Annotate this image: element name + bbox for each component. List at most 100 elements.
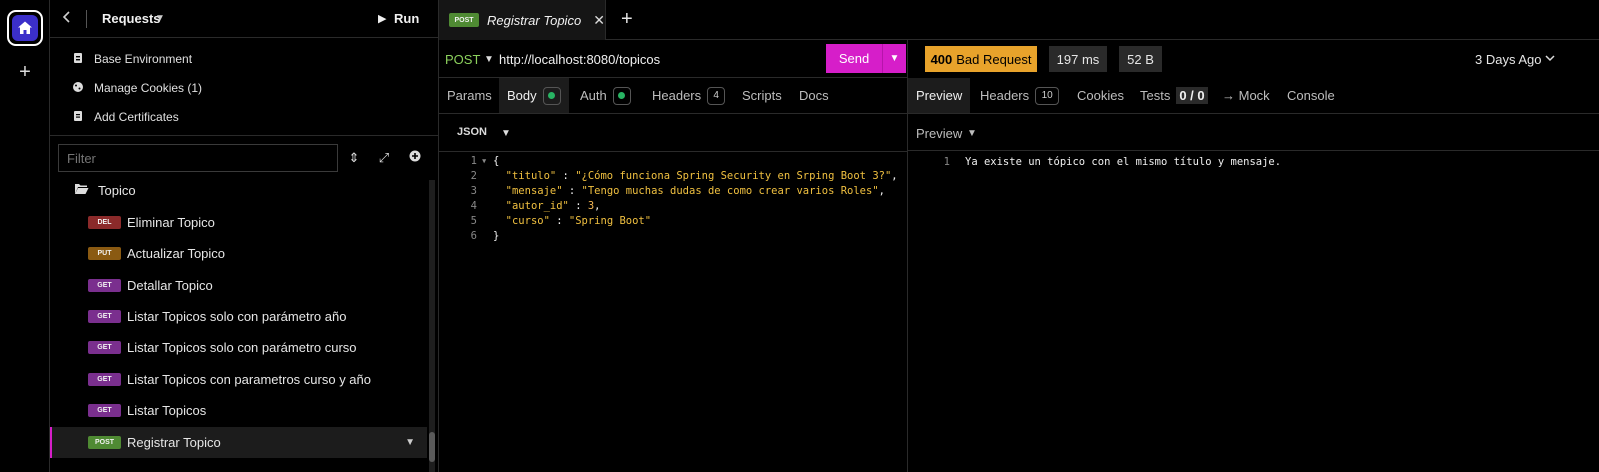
chevron-down-icon[interactable]: ▼ xyxy=(155,13,165,24)
tab-label: Body xyxy=(507,88,537,103)
method-badge: GET xyxy=(88,310,121,323)
base-environment-item[interactable]: Base Environment xyxy=(72,48,192,70)
response-size-badge: 52 B xyxy=(1119,46,1162,72)
add-circle-icon[interactable] xyxy=(407,150,423,165)
status-text: Bad Request xyxy=(956,51,1032,67)
chevron-down-icon[interactable]: ▼ xyxy=(882,44,906,73)
status-dot-badge xyxy=(612,86,631,105)
method-badge: DEL xyxy=(88,216,121,229)
chevron-down-icon[interactable]: ▼ xyxy=(405,437,415,448)
sort-icon[interactable]: ⇕ xyxy=(346,150,362,166)
send-button[interactable]: Send ▼ xyxy=(826,44,906,73)
json-key: "titulo" xyxy=(505,170,557,182)
code-line[interactable]: 4 "autor_id" : 3, xyxy=(461,200,601,215)
body-type-select[interactable]: JSON xyxy=(457,126,487,138)
tab-mock[interactable]: → Mock xyxy=(1214,78,1278,113)
status-dot-badge xyxy=(542,86,561,105)
request-pane: POST ▼ http://localhost:8080/topicos Sen… xyxy=(439,40,908,472)
tab-scripts[interactable]: Scripts xyxy=(734,78,790,113)
line-number: 6 xyxy=(470,230,477,242)
tab-console[interactable]: Console xyxy=(1279,78,1343,113)
tab-body[interactable]: Body xyxy=(499,78,569,113)
tab-label: Headers xyxy=(652,88,702,103)
folder-topico[interactable]: Topico xyxy=(74,183,136,198)
tab-label: → Mock xyxy=(1222,88,1270,103)
sidebar-scrollbar[interactable] xyxy=(429,180,435,472)
filter-input[interactable] xyxy=(58,144,338,172)
request-item[interactable]: GET Listar Topicos xyxy=(50,395,427,426)
expand-icon[interactable]: ⤢ xyxy=(376,150,392,166)
method-badge: GET xyxy=(88,279,121,292)
tab-preview[interactable]: Preview xyxy=(908,78,971,113)
code-line[interactable]: 2 "titulo" : "¿Cómo funciona Spring Secu… xyxy=(461,170,898,185)
tab-strip: POST Registrar Topico ✕ + xyxy=(439,0,1599,40)
request-item[interactable]: DEL Eliminar Topico xyxy=(50,207,427,238)
close-icon[interactable]: ✕ xyxy=(593,12,605,29)
tab-auth[interactable]: Auth xyxy=(572,78,639,113)
tab-params[interactable]: Params xyxy=(439,78,500,113)
method-select[interactable]: POST xyxy=(445,52,480,67)
line-number: 4 xyxy=(470,200,477,212)
tab-registrar-topico[interactable]: POST Registrar Topico ✕ xyxy=(439,0,606,40)
count-badge: 4 xyxy=(707,86,726,105)
add-project-button[interactable]: + xyxy=(15,62,35,82)
history-select[interactable]: 3 Days Ago xyxy=(1475,52,1542,67)
add-certificates-item[interactable]: Add Certificates xyxy=(72,106,179,128)
code-line[interactable]: 3 "mensaje" : "Tengo muchas dudas de com… xyxy=(461,185,885,200)
json-value: "¿Cómo funciona Spring Security en Srpin… xyxy=(575,170,892,182)
folder-label: Topico xyxy=(98,183,136,198)
response-pane: 400 Bad Request 197 ms 52 B 3 Days Ago Pr… xyxy=(908,40,1599,472)
punct: , xyxy=(594,200,601,212)
request-item[interactable]: GET Listar Topicos solo con parámetro añ… xyxy=(50,301,427,332)
json-value: "Tengo muchas dudas de como crear varios… xyxy=(581,185,879,197)
new-tab-button[interactable]: + xyxy=(621,8,633,31)
request-label: Actualizar Topico xyxy=(127,246,226,261)
preview-mode-select[interactable]: Preview xyxy=(916,126,962,141)
code-line[interactable]: 5 "curso" : "Spring Boot" xyxy=(461,215,651,230)
add-certificates-label: Add Certificates xyxy=(94,110,179,124)
divider xyxy=(439,151,908,152)
request-item[interactable]: PUT Actualizar Topico xyxy=(50,238,427,269)
back-chevron-icon[interactable] xyxy=(62,10,78,28)
send-label: Send xyxy=(838,51,870,66)
response-line[interactable]: 1 Ya existe un tópico con el mismo título… xyxy=(938,156,1281,168)
manage-cookies-item[interactable]: Manage Cookies (1) xyxy=(72,77,202,99)
request-item-active[interactable]: POST Registrar Topico ▼ xyxy=(50,427,427,458)
home-button[interactable] xyxy=(7,10,43,46)
tab-label: Params xyxy=(447,88,492,103)
chevron-down-icon[interactable]: ▼ xyxy=(501,128,511,139)
environment-icon xyxy=(72,52,84,67)
play-icon[interactable]: ▶ xyxy=(378,12,386,25)
request-item[interactable]: GET Listar Topicos con parametros curso … xyxy=(50,364,427,395)
fold-chevron-icon[interactable]: ▾ xyxy=(481,155,493,170)
tab-headers[interactable]: Headers 4 xyxy=(644,78,733,113)
chevron-down-icon[interactable]: ▼ xyxy=(484,54,494,65)
url-input[interactable]: http://localhost:8080/topicos xyxy=(499,52,660,67)
code-line[interactable]: 1 ▾{ xyxy=(461,155,500,170)
response-time-badge: 197 ms xyxy=(1049,46,1107,72)
sidebar-title[interactable]: Requests xyxy=(102,11,161,26)
request-item[interactable]: GET Detallar Topico xyxy=(50,270,427,301)
method-badge: GET xyxy=(88,404,121,417)
url-bar: POST ▼ http://localhost:8080/topicos Sen… xyxy=(439,40,908,78)
run-button[interactable]: Run xyxy=(394,11,419,26)
sidebar-scrollbar-thumb[interactable] xyxy=(429,432,435,462)
code-line[interactable]: 6} xyxy=(461,230,500,245)
request-label: Eliminar Topico xyxy=(127,215,215,230)
status-code: 400 xyxy=(930,51,953,67)
tab-tests[interactable]: Tests 0 / 0 xyxy=(1132,78,1216,113)
tab-cookies[interactable]: Cookies xyxy=(1069,78,1132,113)
sidebar-divider xyxy=(50,135,439,136)
tab-docs[interactable]: Docs xyxy=(791,78,837,113)
chevron-down-icon[interactable] xyxy=(1545,54,1555,65)
tab-label: Headers xyxy=(980,88,1030,103)
app-rail: + xyxy=(0,0,50,472)
method-badge: GET xyxy=(88,373,121,386)
tab-label: Console xyxy=(1287,88,1335,103)
chevron-down-icon[interactable]: ▼ xyxy=(967,128,977,139)
response-tabs: Preview Headers 10 Cookies Tests 0 / 0 →… xyxy=(908,78,1599,114)
request-label: Detallar Topico xyxy=(127,278,213,293)
base-environment-label: Base Environment xyxy=(94,52,193,66)
tab-headers[interactable]: Headers 10 xyxy=(972,78,1067,113)
request-item[interactable]: GET Listar Topicos solo con parámetro cu… xyxy=(50,332,427,363)
